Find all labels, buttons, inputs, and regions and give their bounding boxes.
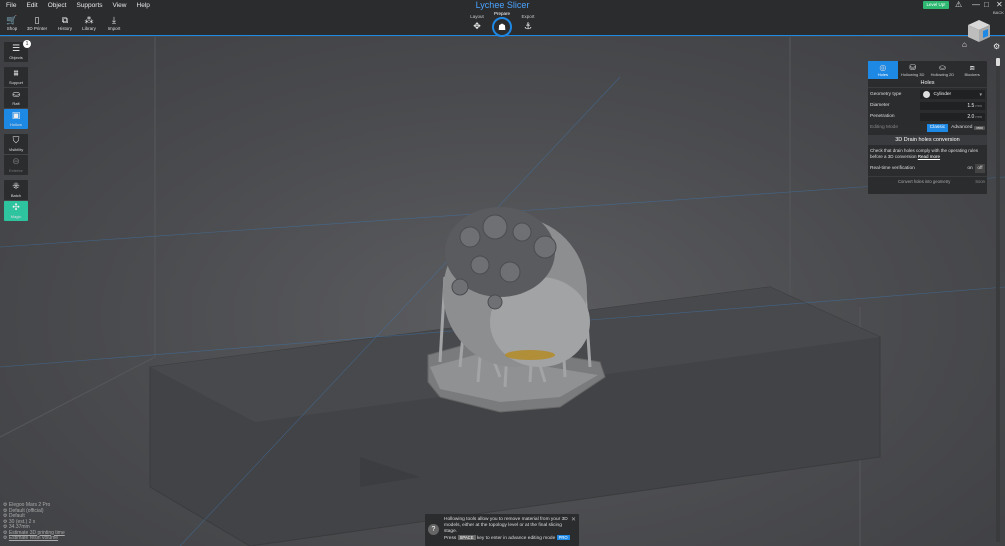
visibility-button[interactable]: ⛉ Visibility (4, 134, 28, 154)
mode-export[interactable]: Export ⚓ (518, 14, 538, 32)
circle-icon (922, 91, 930, 98)
drain-holes-section-title: 3D Drain holes conversion (868, 135, 987, 145)
cart-icon: 🛒 (6, 15, 18, 25)
zoom-scrollbar-thumb[interactable] (996, 58, 1000, 66)
tab-hollowing-2d[interactable]: ⛀ Hollowing 2D (928, 61, 958, 79)
printer-button[interactable]: ▯ 3D Printer (25, 14, 49, 31)
exterior-icon: ⊖ (12, 156, 20, 166)
objects-button[interactable]: ☰ Objects 1 (4, 40, 31, 62)
maximize-icon[interactable]: □ (984, 0, 989, 9)
diameter-label: Diameter (870, 103, 890, 108)
raft-button[interactable]: ⛀ Raft (4, 88, 28, 108)
magic-icon: ✣ (12, 202, 20, 212)
pro-badge: PRO (974, 125, 985, 130)
printer-info: ⚙ Elegoo Mars 2 Pro ⚙ Default (official)… (3, 502, 65, 541)
blockers-icon: ⧈ (969, 63, 975, 72)
geometry-type-select[interactable]: Cylinder ▾ (919, 90, 985, 99)
support-icon: ⩩ (13, 68, 19, 78)
drain-holes-info: Check that drain holes comply with the o… (870, 148, 979, 159)
hint-tooltip: ? Hollowing tools allow you to remove ma… (425, 514, 579, 546)
tab-hollowing-3d[interactable]: ⛁ Hollowing 3D (898, 61, 928, 79)
home-icon[interactable]: ⌂ (962, 40, 967, 49)
prepare-icon: ☗ (497, 22, 507, 32)
app-title: Lychee Slicer (475, 0, 530, 10)
toggle-on[interactable]: on (965, 164, 975, 173)
view-cube[interactable] (966, 18, 992, 44)
panel-title: Holes (868, 79, 987, 88)
hollow-panel: ◎ Holes ⛁ Hollowing 3D ⛀ Hollowing 2D ⧈ … (868, 61, 987, 194)
toggle-off[interactable]: off (975, 164, 985, 173)
space-key-badge: SPACE (457, 535, 476, 540)
exterior-button[interactable]: ⊖ Exterior (4, 155, 28, 175)
mode-prepare-label: Prepare (493, 11, 510, 16)
support-button[interactable]: ⩩ Support (4, 67, 28, 87)
hollow-button[interactable]: ▣ Hollow (4, 109, 28, 129)
move-icon: ✥ (473, 21, 481, 31)
advanced-mode-button[interactable]: Advanced (951, 125, 972, 130)
phone-icon: ▯ (34, 15, 40, 25)
mode-prepare[interactable]: ☗ (492, 17, 512, 37)
tab-blockers[interactable]: ⧈ Blockers (957, 61, 987, 79)
help-icon: ? (428, 524, 439, 535)
left-sidebar: ☰ Objects 1 ⩩ Support ⛀ Raft ▣ Hollow ⛉ … (4, 40, 31, 222)
gear-icon[interactable]: ⚙ (993, 42, 1000, 51)
tab-holes[interactable]: ◎ Holes (868, 61, 898, 79)
batch-button[interactable]: ⁜ Batch (4, 180, 28, 200)
level-up-button[interactable]: Level Up! (923, 1, 949, 9)
penetration-input[interactable]: 2.0mm (919, 112, 985, 121)
warning-icon[interactable]: ⚠ (955, 0, 962, 9)
close-hint-icon[interactable]: ✕ (571, 516, 576, 523)
editing-mode-label: Editing Mode (870, 125, 898, 130)
classic-mode-button[interactable]: Classic (926, 123, 949, 132)
hint-text: Hollowing tools allow you to remove mate… (444, 517, 568, 534)
pro-badge-tip: PRO (556, 535, 570, 540)
library-icon: ⁂ (84, 15, 94, 25)
import-icon: ⤓ (112, 15, 116, 25)
hollow-icon: ▣ (11, 110, 21, 120)
hollowing-2d-icon: ⛀ (939, 63, 946, 72)
close-icon[interactable]: ✕ (996, 0, 1003, 9)
hollow-tabs: ◎ Holes ⛁ Hollowing 3D ⛀ Hollowing 2D ⧈ … (868, 61, 987, 79)
zoom-scrollbar[interactable] (996, 58, 1000, 542)
import-button[interactable]: ⤓ Import (102, 14, 126, 31)
diameter-input[interactable]: 1.5mm (919, 101, 985, 110)
batch-icon: ⁜ (12, 181, 20, 191)
shop-button[interactable]: 🛒 Shop (0, 14, 24, 31)
soon-badge: Soon (975, 179, 985, 184)
hollowing-3d-icon: ⛁ (909, 63, 916, 72)
history-button[interactable]: ⧉ History (53, 14, 77, 31)
estimate-resin-link[interactable]: Estimate resin volume (9, 535, 58, 541)
history-icon: ⧉ (61, 15, 69, 25)
penetration-label: Penetration (870, 114, 895, 119)
objects-count-badge: 1 (23, 40, 31, 48)
chevron-down-icon: ▾ (979, 91, 982, 98)
magic-button[interactable]: ✣ Magic (4, 201, 28, 221)
mode-layout[interactable]: Layout ✥ (467, 14, 487, 32)
convert-holes-label: Convert holes into geometry (898, 179, 951, 184)
minimize-icon[interactable]: — (972, 0, 980, 9)
export-icon: ⚓ (523, 21, 533, 31)
build-plate-scene (0, 37, 1005, 546)
read-more-link[interactable]: Read more (918, 154, 940, 159)
realtime-verification-toggle[interactable]: on off (965, 164, 985, 173)
3d-viewport[interactable] (0, 37, 1005, 546)
holes-icon: ◎ (879, 63, 887, 72)
wizard-hat-icon: ⛉ (12, 135, 20, 145)
raft-icon: ⛀ (12, 89, 20, 99)
geometry-type-label: Geometry type (870, 92, 902, 97)
view-cube-label: BACK (993, 10, 1004, 15)
library-button[interactable]: ⁂ Library (77, 14, 101, 31)
realtime-verification-label: Real-time verification (870, 166, 915, 171)
